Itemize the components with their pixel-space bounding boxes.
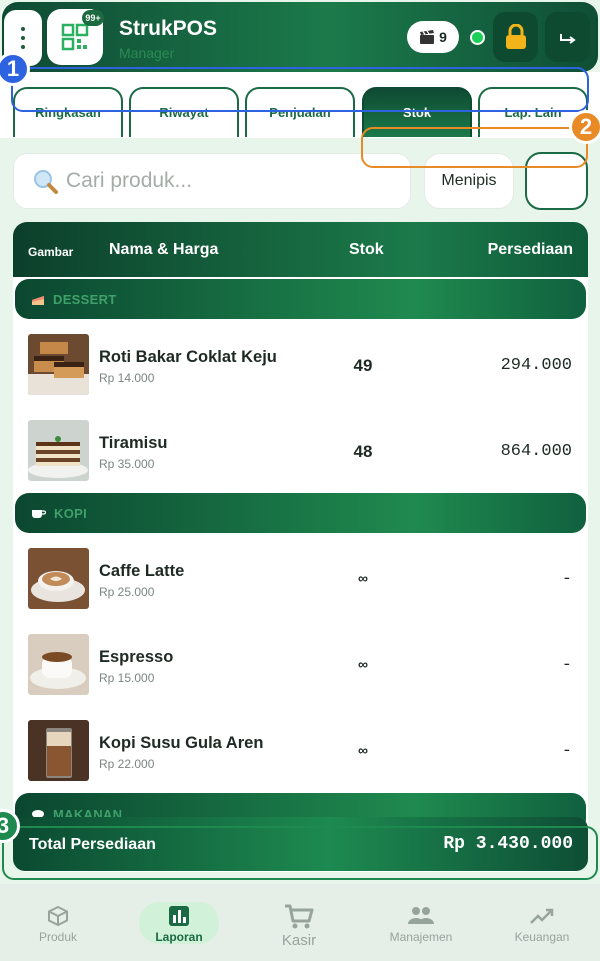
box-icon	[48, 905, 68, 927]
kopi-susu-image	[28, 720, 89, 781]
logout-arrow-icon	[559, 34, 576, 44]
product-price: Rp 35.000	[99, 457, 155, 471]
product-name: Caffe Latte	[99, 562, 185, 580]
clapperboard-count: 9	[439, 29, 447, 45]
table-row[interactable]: Espresso Rp 15.000 ∞ -	[13, 620, 588, 706]
table-row[interactable]: Roti Bakar Coklat Keju Rp 14.000 49 294.…	[13, 320, 588, 406]
table-row[interactable]: Tiramisu Rp 35.000 48 864.000	[13, 406, 588, 492]
category-header-dessert[interactable]: DESSERT	[15, 279, 586, 319]
report-tabs: Ringkasan Riwayat Penjualan Stok Lap. La…	[0, 72, 600, 138]
nav-label: Laporan	[155, 930, 203, 944]
product-name: Espresso	[99, 648, 174, 666]
product-image	[28, 634, 89, 695]
espresso-image	[28, 634, 89, 695]
product-inventory-value: 294.000	[500, 356, 572, 375]
nav-laporan[interactable]: Laporan	[129, 904, 229, 944]
column-header-image: Gambar	[28, 245, 74, 259]
total-inventory-bar: Total Persediaan Rp 3.430.000	[13, 817, 588, 871]
column-header-inventory: Persediaan	[487, 241, 573, 258]
caffe-latte-image	[28, 548, 89, 609]
nav-produk[interactable]: Produk	[8, 904, 108, 944]
tab-riwayat[interactable]: Riwayat	[129, 87, 239, 137]
people-icon	[408, 907, 434, 924]
nav-label: Keuangan	[514, 930, 570, 944]
product-name: Tiramisu	[99, 434, 168, 452]
product-image	[28, 420, 89, 481]
product-image	[28, 720, 89, 781]
menu-dot	[21, 36, 25, 40]
product-price: Rp 25.000	[99, 585, 155, 599]
product-inventory-value: -	[561, 570, 572, 589]
roti-bakar-image	[28, 334, 89, 395]
product-inventory-value: -	[561, 656, 572, 675]
product-stock: ∞	[358, 742, 368, 758]
cake-icon	[32, 295, 44, 305]
nav-label: Manajemen	[389, 930, 453, 944]
product-stock: 49	[353, 356, 373, 375]
product-inventory-value: 864.000	[500, 442, 572, 461]
qr-icon	[61, 23, 89, 51]
coffee-icon	[32, 510, 46, 518]
search-icon	[34, 170, 58, 194]
nav-kasir[interactable]: Kasir	[249, 904, 349, 949]
table-row[interactable]: Kopi Susu Gula Aren Rp 22.000 ∞ -	[13, 706, 588, 792]
category-header-kopi[interactable]: KOPI	[15, 493, 586, 533]
tiramisu-image	[28, 420, 89, 481]
nav-keuangan[interactable]: Keuangan	[492, 904, 592, 944]
user-role: Manager	[119, 45, 175, 61]
search-box[interactable]	[13, 153, 411, 209]
category-label: KOPI	[54, 505, 87, 521]
clapperboard-counter[interactable]: 9	[407, 21, 459, 53]
product-image	[28, 334, 89, 395]
search-input[interactable]	[66, 169, 386, 193]
annotation-badge-2: 2	[569, 110, 600, 144]
category-label: DESSERT	[53, 291, 117, 307]
product-name: Kopi Susu Gula Aren	[99, 734, 264, 752]
stock-table: Gambar Nama & Harga Stok Persediaan DESS…	[13, 222, 588, 872]
menu-dot	[21, 45, 25, 49]
total-value: Rp 3.430.000	[443, 834, 573, 854]
product-name: Roti Bakar Coklat Keju	[99, 348, 277, 366]
total-label: Total Persediaan	[29, 836, 156, 853]
bottom-navigation: Produk Laporan Kasir Manajemen Keuangan	[0, 884, 600, 961]
nav-label: Produk	[38, 930, 78, 944]
clapperboard-icon	[420, 30, 435, 44]
app-header: 99+ StrukPOS Manager 9	[0, 0, 600, 72]
product-stock: ∞	[358, 656, 368, 672]
product-price: Rp 15.000	[99, 671, 155, 685]
menu-dot	[21, 27, 25, 31]
product-image	[28, 548, 89, 609]
app-title: StrukPOS	[119, 17, 218, 40]
nav-label: Kasir	[281, 932, 317, 949]
tab-ringkasan[interactable]: Ringkasan	[13, 87, 123, 137]
column-header-stock: Stok	[349, 241, 384, 258]
extra-action-button[interactable]	[525, 152, 588, 210]
product-price: Rp 14.000	[99, 371, 155, 385]
column-header-name-price: Nama & Harga	[109, 241, 219, 258]
nav-manajemen[interactable]: Manajemen	[371, 904, 471, 944]
chart-icon	[169, 906, 189, 926]
logout-button[interactable]	[545, 12, 590, 62]
notification-badge: 99+	[82, 10, 104, 26]
cart-icon	[285, 904, 314, 929]
table-row[interactable]: Caffe Latte Rp 25.000 ∞ -	[13, 534, 588, 620]
trend-icon	[530, 908, 554, 924]
table-header: Gambar Nama & Harga Stok Persediaan	[13, 222, 588, 277]
tab-stok[interactable]: Stok	[362, 87, 472, 137]
online-status-dot	[470, 30, 485, 45]
product-stock: ∞	[358, 570, 368, 586]
product-stock: 48	[353, 442, 373, 461]
low-stock-filter-button[interactable]: Menipis	[424, 153, 514, 209]
lock-icon	[505, 24, 526, 49]
product-inventory-value: -	[561, 742, 572, 761]
product-price: Rp 22.000	[99, 757, 155, 771]
lock-button[interactable]	[493, 12, 538, 62]
tab-penjualan[interactable]: Penjualan	[245, 87, 355, 137]
